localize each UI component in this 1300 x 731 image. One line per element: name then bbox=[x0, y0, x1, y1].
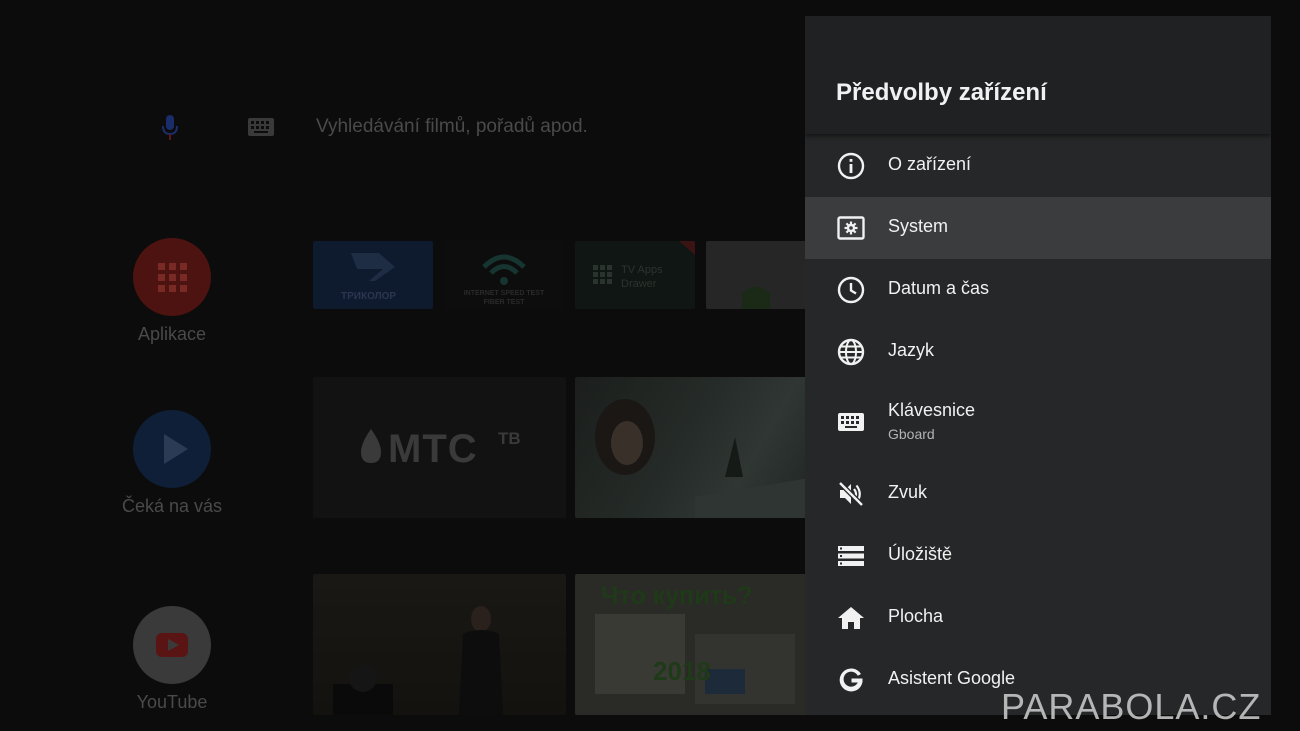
tile-tricolor[interactable]: ТРИКОЛОР bbox=[313, 241, 433, 309]
menu-item-label: O zařízení bbox=[888, 154, 972, 174]
menu-item-label: Datum a čas bbox=[888, 278, 990, 298]
home-icon bbox=[837, 604, 865, 632]
youtube-icon bbox=[133, 606, 211, 684]
menu-item-sound[interactable]: Zvuk bbox=[805, 463, 1271, 525]
year-text: 2018 bbox=[653, 656, 711, 686]
volume-off-icon bbox=[837, 480, 865, 508]
keyboard-search-icon[interactable] bbox=[247, 117, 275, 137]
menu-item-date-time[interactable]: Datum a čas bbox=[805, 259, 1271, 321]
movie-scene-image bbox=[595, 399, 815, 518]
play-icon bbox=[133, 410, 211, 488]
watch-next-launcher[interactable]: Čeká na vás bbox=[112, 410, 232, 517]
speedtest-label: INTERNET SPEED TEST FIBER TEST bbox=[463, 290, 545, 306]
tile-concert-video[interactable] bbox=[313, 574, 566, 715]
menu-item-system[interactable]: System bbox=[805, 197, 1271, 259]
menu-item-label: Jazyk bbox=[888, 340, 935, 360]
panel-title: Předvolby zařízení bbox=[836, 79, 1047, 106]
menu-item-sublabel: Gboard bbox=[888, 426, 935, 442]
menu-item-label: Zvuk bbox=[888, 482, 928, 502]
menu-item-label: Plocha bbox=[888, 606, 944, 626]
menu-item-label: Klávesnice bbox=[888, 400, 976, 420]
tile-movie-thumbnail[interactable] bbox=[575, 377, 815, 518]
tile-mts-tv[interactable]: МТС ТВ bbox=[313, 377, 566, 518]
menu-item-storage[interactable]: Úložiště bbox=[805, 525, 1271, 587]
search-bar[interactable]: Vyhledávání filmů, pořadů apod. bbox=[150, 105, 790, 149]
info-icon bbox=[837, 152, 865, 180]
menu-item-label: Úložiště bbox=[888, 544, 953, 564]
concert-image bbox=[333, 606, 503, 715]
youtube-label: YouTube bbox=[136, 692, 208, 712]
menu-item-label: System bbox=[888, 216, 949, 236]
tile-apps-drawer[interactable]: TV Apps Drawer bbox=[575, 241, 695, 309]
apps-drawer-label: TV Apps Drawer bbox=[621, 264, 663, 290]
menu-item-home-screen[interactable]: Plocha bbox=[805, 587, 1271, 649]
watermark: PARABOLA.CZ bbox=[1001, 686, 1262, 727]
panel-header: Předvolby zařízení bbox=[805, 16, 1271, 134]
menu-item-about[interactable]: O zařízení bbox=[805, 135, 1271, 197]
tricolor-label: ТРИКОЛОР bbox=[341, 291, 397, 302]
keyboard-icon bbox=[837, 408, 865, 436]
preferences-menu: O zařízení System Datum a čas Jazyk Kláv bbox=[805, 135, 1271, 711]
globe-icon bbox=[837, 338, 865, 366]
clock-icon bbox=[837, 276, 865, 304]
chto-kupit-title: Что купить? bbox=[601, 582, 753, 610]
apps-label: Aplikace bbox=[137, 324, 207, 344]
youtube-launcher[interactable]: YouTube bbox=[112, 606, 232, 713]
tile-chto-kupit-video[interactable]: Что купить? 2018 bbox=[575, 574, 815, 715]
search-placeholder: Vyhledávání filmů, pořadů apod. bbox=[316, 116, 588, 137]
mts-tv-suffix: ТВ bbox=[498, 429, 521, 448]
system-icon bbox=[837, 214, 865, 242]
apps-grid-icon bbox=[133, 238, 211, 316]
menu-item-language[interactable]: Jazyk bbox=[805, 321, 1271, 383]
watch-next-label: Čeká na vás bbox=[121, 496, 223, 516]
mts-logo-text: МТС bbox=[388, 427, 478, 471]
tile-speedtest[interactable]: INTERNET SPEED TEST FIBER TEST bbox=[444, 241, 564, 309]
device-preferences-panel: Předvolby zařízení O zařízení System Dat… bbox=[805, 16, 1271, 715]
google-icon bbox=[837, 666, 865, 694]
microphone-icon[interactable] bbox=[160, 113, 180, 143]
menu-item-keyboard[interactable]: Klávesnice Gboard bbox=[805, 383, 1271, 463]
apps-launcher[interactable]: Aplikace bbox=[112, 238, 232, 345]
storage-icon bbox=[837, 542, 865, 570]
menu-item-label: Asistent Google bbox=[888, 668, 1016, 688]
